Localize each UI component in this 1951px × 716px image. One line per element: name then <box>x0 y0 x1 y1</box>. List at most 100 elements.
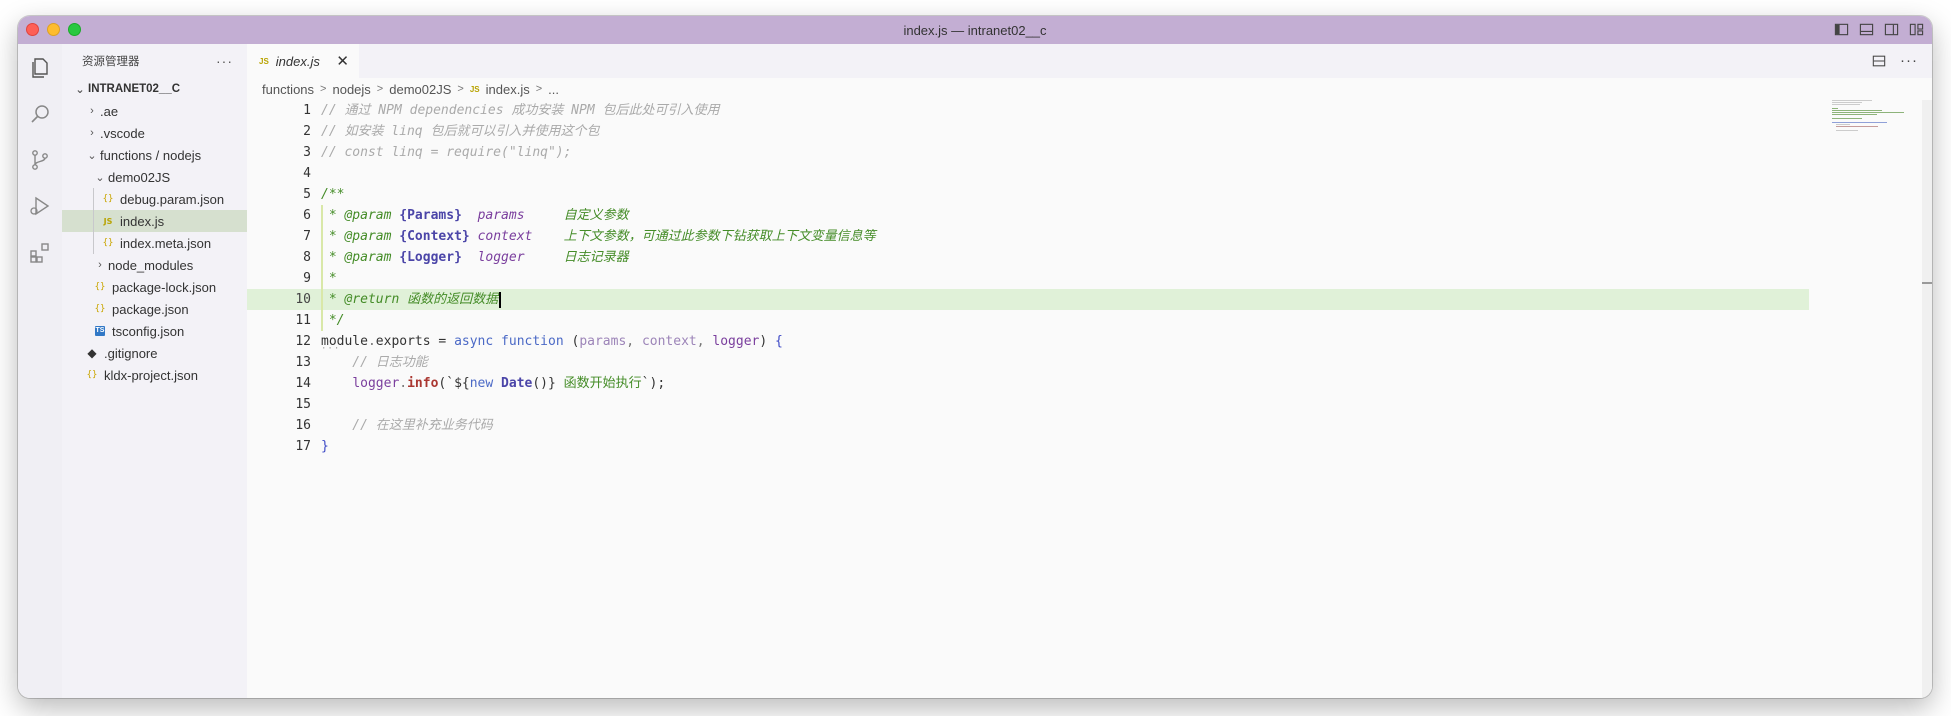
code-text: // 在这里补充业务代码 <box>321 415 493 436</box>
code-line[interactable]: 2 // 如安装 linq 包后就可以引入并使用这个包 <box>247 121 1932 142</box>
close-window-button[interactable] <box>26 23 39 36</box>
tree-item[interactable]: ⌄ demo02JS <box>62 166 247 188</box>
tree-item[interactable]: {} debug.param.json <box>62 188 247 210</box>
tree-item[interactable]: › .vscode <box>62 122 247 144</box>
source-control-icon[interactable] <box>28 148 52 172</box>
tree-item[interactable]: TS tsconfig.json <box>62 320 247 342</box>
tree-item[interactable]: JS index.js <box>62 210 247 232</box>
line-number: 15 <box>295 397 311 412</box>
tree-item-label: debug.param.json <box>120 191 225 207</box>
code-token: {Logger} <box>399 250 462 265</box>
code-text: module.exports = async function (params,… <box>321 331 783 352</box>
line-number: 8 <box>303 250 311 265</box>
minimap[interactable] <box>1832 98 1912 158</box>
close-icon[interactable]: ✕ <box>336 52 349 70</box>
tree-item[interactable]: › node_modules <box>62 254 247 276</box>
line-number: 16 <box>295 418 311 433</box>
code-line[interactable]: 3 // const linq = require("linq"); <box>247 142 1932 163</box>
breadcrumb-item[interactable]: index.js <box>486 82 530 97</box>
tree-item-label: index.meta.json <box>120 235 212 251</box>
code-line[interactable]: 1 // 通过 NPM dependencies 成功安装 NPM 包后此处可引入… <box>247 100 1932 121</box>
tree-item[interactable]: › .ae <box>62 100 247 122</box>
tab-label: index.js <box>275 53 320 69</box>
extensions-icon[interactable] <box>28 240 52 264</box>
breadcrumb-item[interactable]: functions <box>262 82 314 97</box>
code-token: Date <box>501 376 533 391</box>
chevron-right-icon[interactable]: › <box>84 127 100 139</box>
chevron-right-icon[interactable]: › <box>84 105 100 117</box>
code-token: function <box>501 334 564 349</box>
json-file-icon: {} <box>86 370 98 380</box>
code-line[interactable]: 9 * <box>247 268 1932 289</box>
code-token: 日志记录器 <box>524 250 629 265</box>
code-token: } <box>321 439 329 454</box>
minimize-window-button[interactable] <box>47 23 60 36</box>
chevron-right-icon: > <box>457 83 464 95</box>
chevron-down-icon[interactable]: ⌄ <box>84 149 100 162</box>
code-line[interactable]: 14 logger.info(`${new Date()} 函数开始执行`); <box>247 373 1932 394</box>
explorer-icon[interactable] <box>28 56 52 80</box>
code-line[interactable]: 13 // 日志功能 <box>247 352 1932 373</box>
line-number: 11 <box>295 313 311 328</box>
typescript-file-icon: TS <box>95 326 105 336</box>
code-token: // 通过 NPM dependencies 成功安装 NPM 包后此处可引入使… <box>321 103 720 118</box>
code-line[interactable]: 5 /** <box>247 184 1932 205</box>
code-line[interactable]: 10 * @return 函数的返回数据 <box>247 289 1809 310</box>
js-file-icon: JS <box>103 216 113 226</box>
run-debug-icon[interactable] <box>28 194 52 218</box>
vertical-scrollbar[interactable] <box>1922 100 1932 698</box>
code-line[interactable]: 12 module.exports = async function (param… <box>247 331 1932 354</box>
code-line[interactable]: 16 // 在这里补充业务代码 <box>247 415 1932 436</box>
customize-layout-icon[interactable] <box>1909 22 1924 37</box>
json-file-icon: {} <box>94 304 106 314</box>
line-number: 13 <box>295 355 311 370</box>
search-icon[interactable] <box>28 102 52 126</box>
code-line[interactable]: 6 * @param {Params} params 自定义参数 <box>247 205 1932 226</box>
code-token: (` <box>438 376 455 391</box>
code-token: // 在这里补充业务代码 <box>321 418 493 433</box>
editor-tabs: JS index.js ✕ ··· <box>247 44 1932 78</box>
code-line[interactable]: 17} <box>247 436 1932 457</box>
json-file-icon: {} <box>94 282 106 292</box>
split-editor-icon[interactable] <box>1872 54 1886 68</box>
title-bar: index.js — intranet02__c <box>18 16 1932 44</box>
code-token: @param <box>344 208 392 223</box>
chevron-right-icon[interactable]: › <box>92 259 108 271</box>
breadcrumb-item[interactable]: demo02JS <box>389 82 451 97</box>
tree-item-label: package.json <box>112 301 189 317</box>
code-token: info <box>407 376 439 391</box>
tree-item[interactable]: {} kldx-project.json <box>62 364 247 386</box>
code-line[interactable]: 11 */ <box>247 310 1932 331</box>
code-token: ) <box>759 334 776 349</box>
toggle-secondary-sidebar-icon[interactable] <box>1884 22 1899 37</box>
line-number: 17 <box>295 439 311 454</box>
tree-item[interactable]: ⌄ functions / nodejs <box>62 144 247 166</box>
tree-item[interactable]: ◆ .gitignore <box>62 342 247 364</box>
explorer-sidebar: 资源管理器 ··· ⌄ INTRANET02__C › .ae › .vscode ⌄ fun… <box>62 44 247 698</box>
code-line[interactable]: 4 <box>247 163 1932 184</box>
code-editor[interactable]: 1 // 通过 NPM dependencies 成功安装 NPM 包后此处可引入… <box>247 100 1932 698</box>
tree-item[interactable]: ⌄ INTRANET02__C <box>62 78 247 100</box>
toggle-primary-sidebar-icon[interactable] <box>1834 22 1849 37</box>
chevron-down-icon[interactable]: ⌄ <box>92 171 108 184</box>
code-line[interactable]: 7 * @param {Context} context 上下文参数，可通过此参… <box>247 226 1932 247</box>
tree-item[interactable]: {} package-lock.json <box>62 276 247 298</box>
code-token: context <box>477 229 533 244</box>
breadcrumb-item[interactable]: nodejs <box>332 82 370 97</box>
chevron-down-icon[interactable]: ⌄ <box>72 83 88 96</box>
editor-more-actions-button[interactable]: ··· <box>1900 52 1918 69</box>
code-token: () <box>532 376 549 391</box>
file-tree: ⌄ INTRANET02__C › .ae › .vscode ⌄ functions / n… <box>62 78 247 386</box>
code-line[interactable]: 15 <box>247 394 1932 415</box>
code-line[interactable]: 8 * @param {Logger} logger 日志记录器 <box>247 247 1932 268</box>
tree-item-label: demo02JS <box>108 169 171 185</box>
code-token: params <box>477 208 525 223</box>
breadcrumb-item[interactable]: ... <box>548 82 559 97</box>
zoom-window-button[interactable] <box>68 23 81 36</box>
toggle-panel-icon[interactable] <box>1859 22 1874 37</box>
tree-item[interactable]: {} index.meta.json <box>62 232 247 254</box>
explorer-more-actions-button[interactable]: ··· <box>216 53 233 69</box>
indent-guide <box>93 188 94 210</box>
tree-item[interactable]: {} package.json <box>62 298 247 320</box>
tab-index-js[interactable]: JS index.js ✕ <box>247 44 359 78</box>
